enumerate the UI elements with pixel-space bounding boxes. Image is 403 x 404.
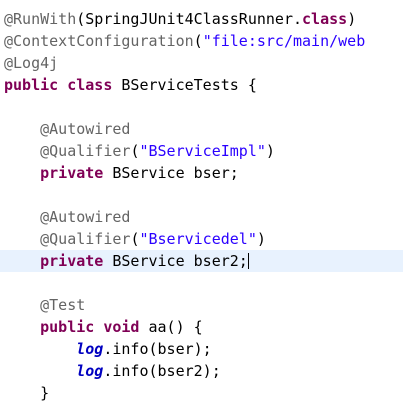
code-line[interactable]: @Autowired — [0, 118, 403, 140]
keyword-token: class — [302, 10, 348, 28]
code-line[interactable]: public void aa() { — [0, 316, 403, 338]
code-text: BService bser; — [112, 164, 239, 182]
code-line-blank[interactable] — [0, 96, 403, 118]
code-text: BService bser2; — [112, 252, 248, 270]
code-text: (SpringJUnit4ClassRunner. — [76, 10, 303, 28]
code-line[interactable]: } — [0, 382, 403, 404]
static-field-token: log — [76, 340, 104, 358]
current-line[interactable]: private BService bser2; — [0, 250, 403, 272]
code-line[interactable]: @Autowired — [0, 206, 403, 228]
keyword-token: class — [67, 76, 113, 94]
text-caret — [247, 253, 249, 269]
code-line[interactable]: @Log4j — [0, 52, 403, 74]
code-text: aa() { — [148, 318, 203, 336]
string-literal: "file:src/main/web — [202, 32, 366, 50]
annotation-token: @Autowired — [40, 120, 131, 138]
annotation-token: @RunWith — [4, 10, 77, 28]
annotation-token: @Qualifier — [40, 230, 131, 248]
string-literal: "BServiceImpl" — [139, 142, 266, 160]
keyword-token: void — [103, 318, 140, 336]
code-text: .info(bser); — [103, 340, 212, 358]
code-text: ) — [347, 10, 357, 28]
keyword-token: private — [40, 164, 104, 182]
code-line[interactable]: @Test — [0, 294, 403, 316]
string-literal: "Bservicedel" — [139, 230, 257, 248]
annotation-token: @Test — [40, 296, 86, 314]
annotation-token: @Qualifier — [40, 142, 131, 160]
annotation-token: @ContextConfiguration — [4, 32, 194, 50]
code-text: BServiceTests { — [121, 76, 257, 94]
code-text: } — [40, 384, 50, 402]
code-editor[interactable]: @RunWith(SpringJUnit4ClassRunner.class) … — [0, 0, 403, 404]
code-line[interactable]: @ContextConfiguration("file:src/main/web — [0, 30, 403, 52]
code-line-blank[interactable] — [0, 272, 403, 294]
keyword-token: public — [40, 318, 95, 336]
code-line-blank[interactable] — [0, 184, 403, 206]
code-line[interactable]: @Qualifier("Bservicedel") — [0, 228, 403, 250]
annotation-token: @Autowired — [40, 208, 131, 226]
static-field-token: log — [76, 362, 104, 380]
code-text: ( — [193, 32, 203, 50]
keyword-token: private — [40, 252, 104, 270]
annotation-token: @Log4j — [4, 54, 59, 72]
code-text: ) — [256, 230, 266, 248]
code-line[interactable]: private BService bser; — [0, 162, 403, 184]
code-line[interactable]: public class BServiceTests { — [0, 74, 403, 96]
code-line[interactable]: @Qualifier("BServiceImpl") — [0, 140, 403, 162]
code-text: ) — [265, 142, 275, 160]
code-line[interactable]: log.info(bser); — [0, 338, 403, 360]
code-text: .info(bser2); — [103, 362, 221, 380]
code-line[interactable]: @RunWith(SpringJUnit4ClassRunner.class) — [0, 8, 403, 30]
code-line[interactable]: log.info(bser2); — [0, 360, 403, 382]
keyword-token: public — [4, 76, 59, 94]
